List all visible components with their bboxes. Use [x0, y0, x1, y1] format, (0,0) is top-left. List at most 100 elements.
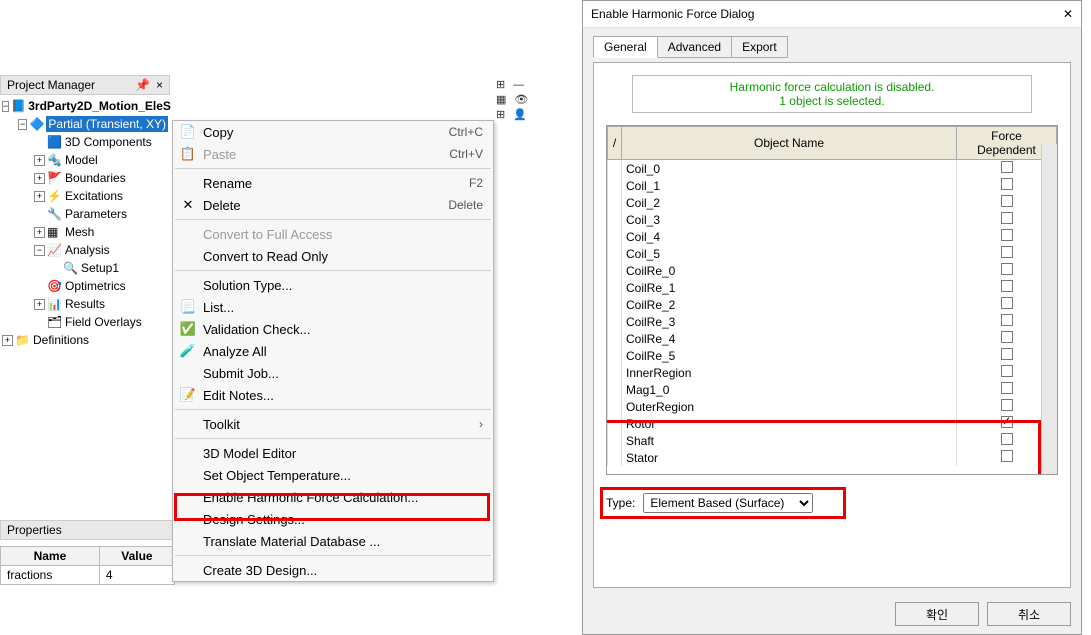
tree-design[interactable]: −🔷Partial (Transient, XY) — [0, 115, 170, 133]
expand-icon[interactable]: − — [18, 119, 27, 130]
toolbar-icon[interactable]: ⊞ — [496, 78, 505, 91]
table-row[interactable]: CoilRe_2 — [608, 296, 1057, 313]
checkbox[interactable] — [1001, 195, 1013, 207]
col-slash[interactable]: / — [608, 127, 622, 160]
table-row[interactable]: OuterRegion — [608, 398, 1057, 415]
tab-export[interactable]: Export — [731, 36, 788, 58]
tree-mesh[interactable]: +▦Mesh — [0, 223, 170, 241]
expand-icon[interactable]: + — [2, 335, 13, 346]
toolbar-icon[interactable]: ▦ — [496, 93, 506, 106]
expand-icon[interactable]: + — [34, 173, 45, 184]
cancel-button[interactable]: 취소 — [987, 602, 1071, 626]
tab-general[interactable]: General — [593, 36, 658, 58]
table-row[interactable]: CoilRe_0 — [608, 262, 1057, 279]
table-row[interactable]: Coil_0 — [608, 160, 1057, 178]
table-row[interactable]: Coil_3 — [608, 211, 1057, 228]
prop-value[interactable]: 4 — [99, 566, 174, 585]
checkbox[interactable] — [1001, 314, 1013, 326]
property-row[interactable]: fractions 4 — [1, 566, 175, 585]
tree-boundaries[interactable]: +🚩Boundaries — [0, 169, 170, 187]
menu-submit-job[interactable]: Submit Job... — [173, 362, 493, 384]
table-row[interactable]: CoilRe_5 — [608, 347, 1057, 364]
checkbox[interactable] — [1001, 212, 1013, 224]
menu-create-3d[interactable]: Create 3D Design... — [173, 559, 493, 581]
close-icon[interactable]: × — [156, 78, 163, 92]
checkbox[interactable] — [1001, 365, 1013, 377]
tree-fieldoverlays[interactable]: 🗂Field Overlays — [0, 313, 170, 331]
table-row[interactable]: CoilRe_3 — [608, 313, 1057, 330]
expand-icon[interactable]: + — [34, 299, 45, 310]
checkbox[interactable] — [1001, 331, 1013, 343]
project-manager-titlebar: Project Manager 📌 × — [0, 75, 170, 95]
tree-root[interactable]: −📘3rdParty2D_Motion_EleS — [0, 97, 170, 115]
tree-model[interactable]: +🔩Model — [0, 151, 170, 169]
checkbox[interactable] — [1001, 246, 1013, 258]
tree-results[interactable]: +📊Results — [0, 295, 170, 313]
table-row[interactable]: CoilRe_4 — [608, 330, 1057, 347]
menu-copy[interactable]: 📄CopyCtrl+C — [173, 121, 493, 143]
table-row[interactable]: Shaft — [608, 432, 1057, 449]
expand-icon[interactable]: + — [34, 191, 45, 202]
type-select[interactable]: Element Based (Surface) — [643, 493, 813, 513]
menu-enable-harmonic[interactable]: Enable Harmonic Force Calculation... — [173, 486, 493, 508]
tree-3dcomp[interactable]: 🟦3D Components — [0, 133, 170, 151]
checkbox[interactable] — [1001, 433, 1013, 445]
tree-analysis[interactable]: −📈Analysis — [0, 241, 170, 259]
menu-label: Copy — [203, 125, 233, 140]
menu-edit-notes[interactable]: 📝Edit Notes... — [173, 384, 493, 406]
menu-toolkit[interactable]: Toolkit› — [173, 413, 493, 435]
table-row[interactable]: InnerRegion — [608, 364, 1057, 381]
expand-icon[interactable]: − — [34, 245, 45, 256]
menu-set-obj-temp[interactable]: Set Object Temperature... — [173, 464, 493, 486]
menu-convert-read[interactable]: Convert to Read Only — [173, 245, 493, 267]
dialog-titlebar[interactable]: Enable Harmonic Force Dialog ✕ — [583, 1, 1081, 28]
ok-button[interactable]: 확인 — [895, 602, 979, 626]
col-value[interactable]: Value — [99, 547, 174, 566]
table-row[interactable]: CoilRe_1 — [608, 279, 1057, 296]
checkbox[interactable] — [1001, 297, 1013, 309]
checkbox[interactable] — [1001, 263, 1013, 275]
table-row[interactable]: Coil_4 — [608, 228, 1057, 245]
pin-icon[interactable]: 📌 — [135, 78, 150, 92]
tree-parameters[interactable]: 🔧Parameters — [0, 205, 170, 223]
table-row[interactable]: Coil_5 — [608, 245, 1057, 262]
tree-optimetrics[interactable]: 🎯Optimetrics — [0, 277, 170, 295]
menu-solution-type[interactable]: Solution Type... — [173, 274, 493, 296]
col-name[interactable]: Name — [1, 547, 100, 566]
menu-delete[interactable]: ✕DeleteDelete — [173, 194, 493, 216]
table-row[interactable]: Rotor — [608, 415, 1057, 432]
expand-icon[interactable]: + — [34, 227, 45, 238]
table-row[interactable]: Coil_2 — [608, 194, 1057, 211]
toolbar-icon[interactable]: ⊞ — [496, 108, 505, 121]
menu-rename[interactable]: RenameF2 — [173, 172, 493, 194]
row-marker — [608, 313, 622, 330]
table-row[interactable]: Mag1_0 — [608, 381, 1057, 398]
expand-icon[interactable]: + — [34, 155, 45, 166]
tree-setup1[interactable]: 🔍Setup1 — [0, 259, 170, 277]
menu-separator — [175, 409, 491, 410]
checkbox[interactable] — [1001, 178, 1013, 190]
tab-advanced[interactable]: Advanced — [657, 36, 732, 58]
checkbox[interactable] — [1001, 382, 1013, 394]
checkbox[interactable] — [1001, 280, 1013, 292]
menu-validation[interactable]: ✅Validation Check... — [173, 318, 493, 340]
vertical-scrollbar[interactable] — [1041, 144, 1057, 474]
table-row[interactable]: Coil_1 — [608, 177, 1057, 194]
menu-design-settings[interactable]: Design Settings... — [173, 508, 493, 530]
menu-translate-db[interactable]: Translate Material Database ... — [173, 530, 493, 552]
checkbox[interactable] — [1001, 399, 1013, 411]
tree-excitations[interactable]: +⚡Excitations — [0, 187, 170, 205]
checkbox[interactable] — [1001, 416, 1013, 428]
menu-3d-model-editor[interactable]: 3D Model Editor — [173, 442, 493, 464]
checkbox[interactable] — [1001, 161, 1013, 173]
checkbox[interactable] — [1001, 348, 1013, 360]
checkbox[interactable] — [1001, 229, 1013, 241]
tree-definitions[interactable]: +📁Definitions — [0, 331, 170, 349]
close-button[interactable]: ✕ — [1063, 7, 1073, 21]
col-object-name[interactable]: Object Name — [622, 127, 957, 160]
checkbox[interactable] — [1001, 450, 1013, 462]
expand-icon[interactable]: − — [2, 101, 9, 112]
table-row[interactable]: Stator — [608, 449, 1057, 466]
menu-analyze-all[interactable]: 🧪Analyze All — [173, 340, 493, 362]
menu-list[interactable]: 📃List... — [173, 296, 493, 318]
